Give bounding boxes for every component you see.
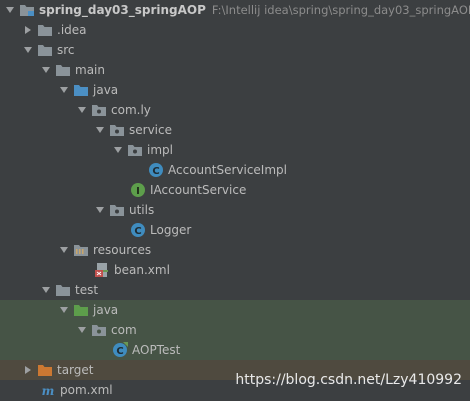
svg-text:I: I	[136, 186, 140, 197]
project-name: spring_day03_springAOP	[39, 3, 206, 17]
file-label: bean.xml	[114, 263, 170, 277]
package-icon	[91, 102, 107, 118]
expand-arrow-icon[interactable]	[58, 80, 70, 100]
folder-icon	[37, 42, 53, 58]
expand-arrow-icon[interactable]	[112, 140, 124, 160]
folder-icon	[55, 62, 71, 78]
tree-row-bean-xml[interactable]: bean.xml	[0, 260, 470, 280]
watermark: https://blog.csdn.net/Lzy410992	[235, 372, 462, 388]
expand-arrow-icon[interactable]	[40, 280, 52, 300]
tree-row-project-root[interactable]: spring_day03_springAOP F:\Intellij idea\…	[0, 0, 470, 20]
collapsed-arrow-icon[interactable]	[22, 360, 34, 380]
class-label: Logger	[150, 223, 192, 237]
package-label: service	[129, 123, 172, 137]
tree-row-com-ly[interactable]: com.ly	[0, 100, 470, 120]
package-icon	[109, 122, 125, 138]
maven-icon: m	[40, 382, 56, 398]
project-tree: spring_day03_springAOP F:\Intellij idea\…	[0, 0, 470, 400]
java-class-icon: C	[130, 222, 146, 238]
source-folder-icon	[73, 82, 89, 98]
folder-icon	[37, 22, 53, 38]
tree-row-account-service-impl[interactable]: C AccountServiceImpl	[0, 160, 470, 180]
package-label: utils	[129, 203, 155, 217]
java-class-icon: C	[148, 162, 164, 178]
package-label: impl	[147, 143, 173, 157]
tree-row-logger[interactable]: C Logger	[0, 220, 470, 240]
java-interface-icon: I	[130, 182, 146, 198]
tree-row-impl[interactable]: impl	[0, 140, 470, 160]
folder-label: resources	[93, 243, 152, 257]
package-label: com.ly	[111, 103, 151, 117]
interface-label: IAccountService	[150, 183, 247, 197]
svg-text:m: m	[42, 384, 55, 398]
folder-icon	[55, 282, 71, 298]
xml-file-icon	[94, 262, 110, 278]
project-path: F:\Intellij idea\spring\spring_day03_spr…	[211, 3, 470, 17]
tree-row-test[interactable]: test	[0, 280, 470, 300]
expand-arrow-icon[interactable]	[22, 40, 34, 60]
tree-row-resources[interactable]: resources	[0, 240, 470, 260]
package-icon	[91, 322, 107, 338]
package-label: com	[111, 323, 137, 337]
collapsed-arrow-icon[interactable]	[22, 20, 34, 40]
tree-row-aop-test[interactable]: C AOPTest	[0, 340, 470, 360]
svg-text:C: C	[116, 346, 123, 357]
java-test-class-icon: C	[112, 342, 128, 358]
package-icon	[109, 202, 125, 218]
package-icon	[127, 142, 143, 158]
tree-row-java-main[interactable]: java	[0, 80, 470, 100]
tree-row-idea[interactable]: .idea	[0, 20, 470, 40]
expand-arrow-icon[interactable]	[76, 100, 88, 120]
tree-row-iaccount-service[interactable]: I IAccountService	[0, 180, 470, 200]
tree-row-service[interactable]: service	[0, 120, 470, 140]
folder-label: java	[93, 83, 119, 97]
expand-arrow-icon[interactable]	[4, 0, 16, 20]
tree-row-main[interactable]: main	[0, 60, 470, 80]
folder-label: test	[75, 283, 99, 297]
class-label: AOPTest	[132, 343, 181, 357]
folder-label: .idea	[57, 23, 87, 37]
tree-row-java-test[interactable]: java	[0, 300, 470, 320]
expand-arrow-icon[interactable]	[58, 240, 70, 260]
expand-arrow-icon[interactable]	[40, 60, 52, 80]
folder-label: target	[57, 363, 94, 377]
tree-row-com[interactable]: com	[0, 320, 470, 340]
tree-row-utils[interactable]: utils	[0, 200, 470, 220]
svg-text:C: C	[152, 166, 159, 177]
tree-row-src[interactable]: src	[0, 40, 470, 60]
svg-text:C: C	[134, 226, 141, 237]
folder-label: java	[93, 303, 119, 317]
resources-folder-icon	[73, 242, 89, 258]
file-label: pom.xml	[60, 383, 113, 397]
test-source-folder-icon	[73, 302, 89, 318]
module-folder-icon	[19, 2, 35, 18]
folder-label: main	[75, 63, 105, 77]
expand-arrow-icon[interactable]	[94, 120, 106, 140]
folder-label: src	[57, 43, 75, 57]
expand-arrow-icon[interactable]	[58, 300, 70, 320]
excluded-folder-icon	[37, 362, 53, 378]
expand-arrow-icon[interactable]	[76, 320, 88, 340]
expand-arrow-icon[interactable]	[94, 200, 106, 220]
class-label: AccountServiceImpl	[168, 163, 287, 177]
